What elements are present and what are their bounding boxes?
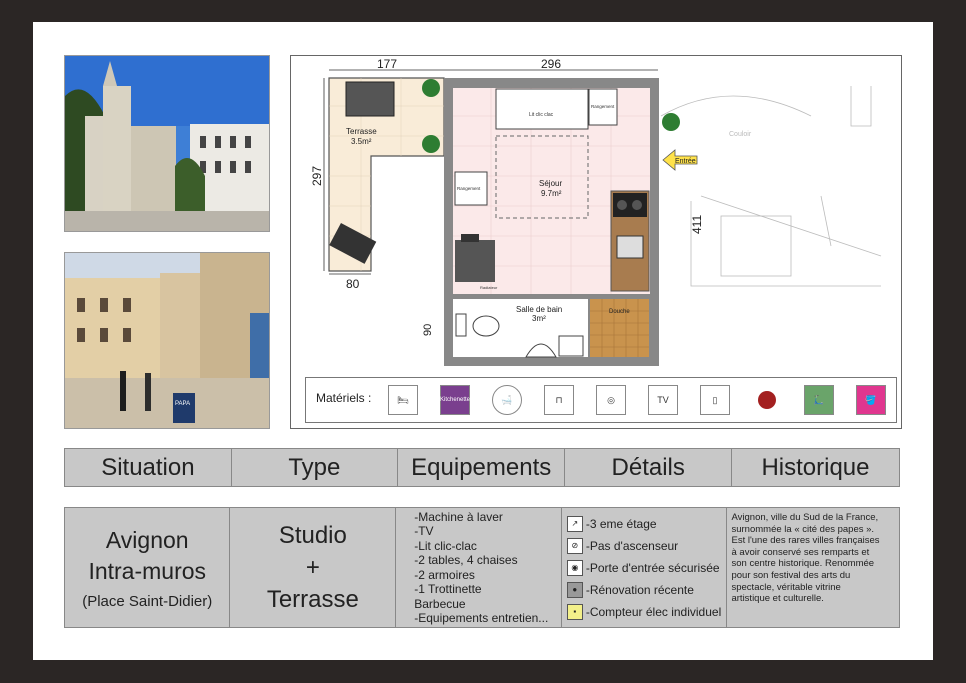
history-line: Avignon, ville du Sud de la France, [731, 512, 879, 523]
kitchenette-icon: Kitchenette [440, 385, 470, 415]
bathroom-icon: 🛁 [492, 385, 522, 415]
renovation-icon: ● [566, 581, 583, 598]
dimension-177: 177 [377, 57, 397, 71]
table-icon: ⊓ [544, 385, 574, 415]
photo-sign-text: PAPA [175, 401, 190, 407]
type-plus: + [305, 553, 320, 581]
type-terrace: Terrasse [266, 585, 359, 613]
corridor-label: Couloir [729, 131, 752, 138]
equipment-item: -Machine à laver [414, 509, 503, 524]
detail-row: ◉ -Porte d'entrée sécurisée [562, 557, 727, 579]
detail-row: ● -Rénovation récente [562, 579, 727, 601]
meter-icon: ▪ [566, 603, 583, 620]
equipment-item: -2 tables, 4 chaises [414, 553, 518, 567]
bath-label: Salle de bain [516, 305, 562, 314]
living-label: Séjour [539, 179, 562, 188]
storage-label-2: Rangement [457, 186, 481, 191]
terrace-area: 3.5m² [351, 137, 372, 146]
floor-plan: 177 296 297 80 90 411 Terrasse 3.5m² Lit… [290, 55, 902, 429]
history-line: son centre historique. Renommée [731, 558, 875, 570]
bed-icon: 🛏 [388, 385, 418, 415]
living-area: 9.7m² [541, 189, 562, 198]
lock-icon: ◉ [566, 559, 583, 576]
photo-church [64, 55, 270, 232]
header-situation: Situation [64, 448, 232, 487]
towel-label: Radiateur [480, 285, 498, 290]
history-cell: Avignon, ville du Sud de la France, surn… [726, 507, 900, 628]
storage-label-1: Rangement [591, 104, 615, 109]
header-type: Type [230, 448, 398, 487]
history-line: pour son festival des arts du [731, 569, 851, 581]
dimension-296: 296 [541, 57, 561, 71]
info-table: Avignon Intra-muros (Place Saint-Didier)… [63, 507, 900, 628]
type-studio: Studio [278, 521, 347, 549]
history-line: spectacle, véritable vitrine [731, 581, 841, 593]
terrace-label: Terrasse [346, 127, 377, 136]
stairs-icon: ↗ [566, 515, 583, 532]
photo-street: PAPA [64, 252, 270, 429]
header-details: Détails [564, 448, 732, 487]
materials-label: Matériels : [316, 391, 372, 405]
no-elevator-icon: ⊘ [566, 537, 583, 554]
equipment-item: Barbecue [414, 596, 466, 611]
detail-row: ⊘ -Pas d'ascenseur [562, 535, 727, 557]
entry-label: Entrée [675, 158, 696, 165]
history-line: à avoir conservé ses remparts et [731, 546, 870, 558]
history-line: surnommée la « cité des papes ». [731, 523, 875, 535]
barbecue-icon [752, 385, 782, 415]
detail-row: ↗ -3 eme étage [562, 513, 727, 535]
washing-machine-icon: ◎ [596, 385, 626, 415]
materials-strip: Matériels : 🛏 Kitchenette 🛁 ⊓ ◎ TV ▯ 🛴 🪣 [305, 377, 897, 423]
equipment-item: -TV [414, 524, 434, 538]
equipment-item: -Lit clic-clac [414, 538, 477, 553]
equipment-cell: -Machine à laver -TV -Lit clic-clac -2 t… [395, 507, 562, 628]
situation-area: Intra-muros [88, 558, 207, 584]
history-line: artistique et culturelle. [731, 593, 824, 605]
type-cell: Studio + Terrasse [229, 507, 397, 628]
history-line: Est l'une des rares villes françaises [731, 535, 880, 547]
equipment-item: -2 armoires [414, 567, 475, 582]
wardrobe-icon: ▯ [700, 385, 730, 415]
equipment-item: -1 Trottinette [414, 582, 482, 596]
bed-label: Lit clic clac [529, 112, 554, 118]
dimension-297: 297 [310, 166, 324, 186]
detail-row: ▪ -Compteur élec individuel [562, 601, 727, 623]
shower-label: Douche [609, 309, 630, 315]
dimension-411: 411 [690, 215, 704, 234]
bath-area: 3m² [532, 314, 546, 323]
situation-city: Avignon [105, 527, 189, 553]
header-equipements: Equipements [396, 448, 566, 487]
details-cell: ↗ -3 eme étage ⊘ -Pas d'ascenseur ◉ -Porte … [560, 507, 728, 628]
scooter-icon: 🛴 [804, 385, 834, 415]
dimension-90: 90 [422, 324, 434, 336]
tv-icon: TV [648, 385, 678, 415]
cleaning-icon: 🪣 [856, 385, 886, 415]
header-historique: Historique [730, 448, 901, 487]
situation-cell: Avignon Intra-muros (Place Saint-Didier) [63, 507, 231, 628]
situation-place: (Place Saint-Didier) [82, 593, 213, 610]
dimension-80: 80 [346, 277, 360, 291]
equipment-item: -Equipements entretien... [414, 611, 549, 625]
header-table: Situation Type Equipements Détails Histo… [64, 448, 901, 487]
